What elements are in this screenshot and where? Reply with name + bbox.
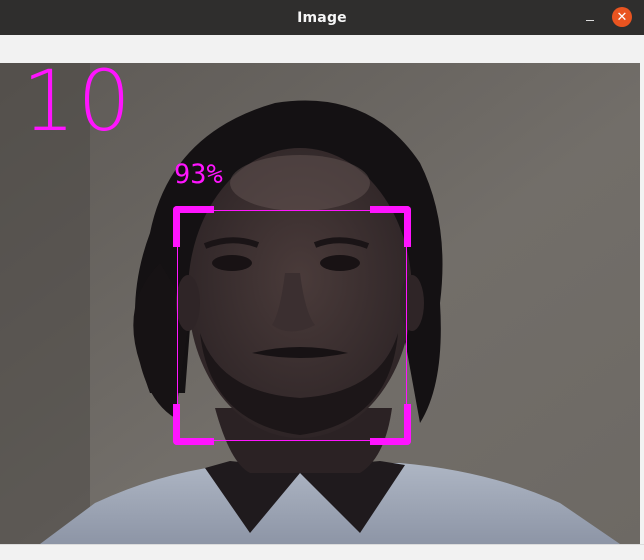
title-bar[interactable]: Image ✕ <box>0 0 644 35</box>
image-window: Image ✕ 10 93% <box>0 0 644 560</box>
window-title: Image <box>297 9 347 26</box>
box-corner-bottom-right <box>370 404 411 445</box>
box-corner-top-right <box>370 206 411 247</box>
close-icon[interactable]: ✕ <box>612 7 632 27</box>
confidence-label: 93% <box>174 159 223 190</box>
box-corner-top-left <box>173 206 214 247</box>
minimize-icon[interactable] <box>582 9 598 25</box>
toolbar <box>0 35 644 64</box>
frame-counter-label: 10 <box>22 63 133 150</box>
box-corner-bottom-left <box>173 404 214 445</box>
image-viewport[interactable]: 10 93% <box>0 63 644 544</box>
face-detection-box <box>173 206 411 445</box>
status-strip <box>0 544 644 560</box>
forehead-highlight <box>230 155 370 211</box>
window-right-edge <box>640 63 644 544</box>
